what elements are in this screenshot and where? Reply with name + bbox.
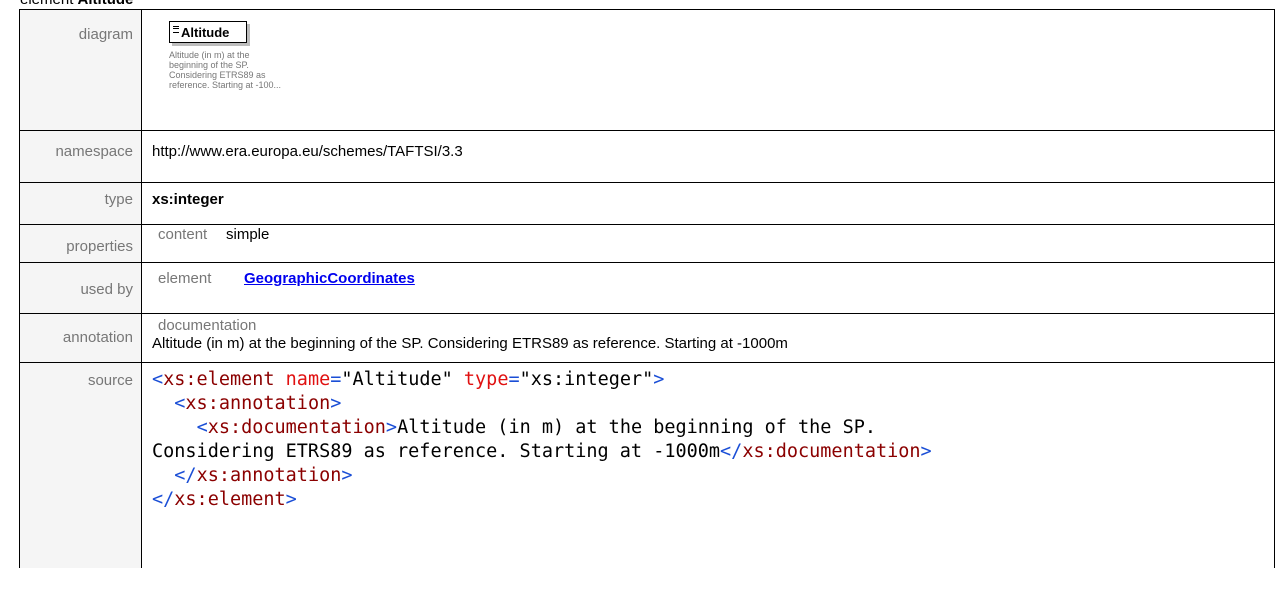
property-value: simple	[226, 226, 270, 243]
namespace-label: namespace	[19, 130, 142, 183]
src-quote: "	[341, 369, 353, 390]
src-attr: name	[285, 369, 331, 390]
diagram-doc-line: beginning of the SP.	[169, 60, 249, 70]
type-row: type xs:integer	[19, 182, 1275, 225]
src-bracket: >	[285, 489, 297, 510]
schema-diagram: Altitude Altitude (in m) at the beginnin…	[152, 10, 352, 110]
src-eq: =	[330, 369, 342, 390]
element-box[interactable]: Altitude	[169, 21, 247, 43]
src-line-6: </xs:element>	[152, 489, 297, 510]
src-bracket: </	[174, 465, 197, 486]
lines-icon	[173, 26, 179, 33]
diagram-doc-line: Considering ETRS89 as	[169, 70, 266, 80]
used-by-key: element	[158, 270, 212, 287]
type-value: xs:integer	[152, 191, 224, 208]
source-label: source	[19, 362, 142, 568]
namespace-row: namespace http://www.era.europa.eu/schem…	[19, 130, 1275, 183]
diagram-row: diagram Altitude Altitude (in m) at the …	[19, 9, 1275, 131]
src-bracket: <	[152, 369, 164, 390]
src-bracket: >	[385, 417, 398, 438]
property-key: content	[158, 226, 208, 243]
src-quote: "	[519, 369, 531, 390]
source-row: source <xs:element name="Altitude" type=…	[19, 362, 1275, 568]
src-attr-value: Altitude	[352, 369, 442, 390]
src-tag: xs:annotation	[196, 465, 342, 486]
heading-prefix: element	[20, 0, 73, 8]
src-bracket: <	[196, 417, 208, 438]
src-line-2: <xs:annotation>	[152, 393, 341, 414]
used-by-label: used by	[19, 262, 142, 314]
source-cell: <xs:element name="Altitude" type="xs:int…	[141, 362, 1275, 568]
src-line-3: <xs:documentation>Altitude (in m) at the…	[152, 417, 876, 438]
element-box-label: Altitude	[181, 25, 230, 40]
used-by-row: used by element GeographicCoordinates	[19, 262, 1275, 314]
diagram-label: diagram	[19, 9, 142, 131]
type-label: type	[19, 182, 142, 225]
src-line-1: <xs:element name="Altitude" type="xs:int…	[152, 369, 664, 390]
src-quote: "	[642, 369, 654, 390]
annotation-label: annotation	[19, 313, 142, 363]
src-bracket: </	[152, 489, 175, 510]
page-heading: element Altitude	[20, 0, 133, 9]
diagram-doc-line: Altitude (in m) at the	[169, 50, 250, 60]
properties-row: properties content simple	[19, 224, 1275, 263]
heading-element-name: Altitude	[78, 0, 134, 8]
src-bracket: </	[720, 441, 743, 462]
src-tag: xs:annotation	[185, 393, 331, 414]
src-quote: "	[441, 369, 453, 390]
src-bracket: >	[920, 441, 932, 462]
diagram-doc-snippet: Altitude (in m) at the beginning of the …	[169, 50, 319, 90]
src-line-5: </xs:annotation>	[152, 465, 353, 486]
used-by-item: element GeographicCoordinates	[152, 270, 1274, 288]
src-text: Considering ETRS89 as reference. Startin…	[152, 441, 721, 462]
src-tag: xs:element	[174, 489, 286, 510]
source-code: <xs:element name="Altitude" type="xs:int…	[152, 368, 1274, 512]
src-eq: =	[508, 369, 520, 390]
properties-cell: content simple	[141, 224, 1275, 263]
src-text: Altitude (in m) at the beginning of the …	[397, 417, 876, 438]
src-bracket: >	[330, 393, 342, 414]
src-tag: xs:documentation	[742, 441, 921, 462]
documentation-label: documentation	[158, 317, 257, 334]
diagram-doc-line: reference. Starting at -100...	[169, 80, 282, 90]
annotation-cell: documentation Altitude (in m) at the beg…	[141, 313, 1275, 363]
diagram-cell: Altitude Altitude (in m) at the beginnin…	[141, 9, 1275, 131]
type-cell: xs:integer	[141, 182, 1275, 225]
src-tag: xs:documentation	[207, 417, 386, 438]
src-attr-value: xs:integer	[530, 369, 643, 390]
element-doc-table: diagram Altitude Altitude (in m) at the …	[19, 9, 1275, 568]
namespace-value: http://www.era.europa.eu/schemes/TAFTSI/…	[141, 130, 1275, 183]
properties-label: properties	[19, 224, 142, 263]
used-by-cell: element GeographicCoordinates	[141, 262, 1275, 314]
documentation-text: Altitude (in m) at the beginning of the …	[152, 335, 788, 352]
src-line-4: Considering ETRS89 as reference. Startin…	[152, 441, 932, 462]
src-attr: type	[463, 369, 509, 390]
src-tag: xs:element	[163, 369, 275, 390]
property-item: content simple	[152, 226, 1274, 244]
src-bracket: >	[341, 465, 353, 486]
src-bracket: <	[174, 393, 186, 414]
src-bracket: >	[653, 369, 665, 390]
annotation-row: annotation documentation Altitude (in m)…	[19, 313, 1275, 363]
used-by-link[interactable]: GeographicCoordinates	[244, 270, 415, 288]
